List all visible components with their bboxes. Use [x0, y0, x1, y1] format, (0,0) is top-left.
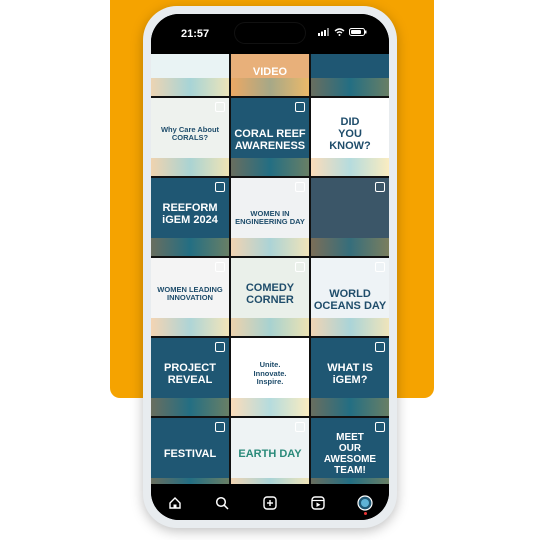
signal-icon: [318, 28, 329, 36]
tile-unite-innovate-inspire[interactable]: Unite. Innovate. Inspire.: [231, 338, 309, 416]
tile-did-you-know[interactable]: DID YOU KNOW?: [311, 98, 389, 176]
tile-decoration: [151, 318, 229, 336]
tile-comedy-corner[interactable]: COMEDY CORNER: [231, 258, 309, 336]
tile-why-care-corals[interactable]: Why Care About CORALS?: [151, 98, 229, 176]
tile-decoration: [311, 318, 389, 336]
tile-decoration: [151, 478, 229, 484]
status-time: 21:57: [181, 28, 210, 40]
tile-title: MEET OUR AWESOME TEAM!: [323, 432, 377, 476]
tile-title: VIDEO: [252, 66, 288, 78]
select-checkbox[interactable]: [215, 102, 225, 112]
tile-project-reveal[interactable]: PROJECT REVEAL: [151, 338, 229, 416]
tile-title: WHAT IS iGEM?: [327, 362, 373, 386]
create-icon[interactable]: [259, 492, 281, 514]
tile-earth-day[interactable]: EARTH DAY: [231, 418, 309, 484]
tile-title: WOMEN IN ENGINEERING DAY: [235, 208, 305, 227]
search-icon[interactable]: [211, 492, 233, 514]
phone-frame: 21:57 VIDEO Why Care About CORALS? CORAL R…: [143, 6, 397, 528]
tile-title: EARTH DAY: [238, 448, 302, 460]
select-checkbox[interactable]: [295, 182, 305, 192]
tile-decoration: [231, 158, 309, 176]
select-checkbox[interactable]: [375, 262, 385, 272]
wifi-icon: [334, 28, 345, 36]
tile-title: COMEDY CORNER: [245, 282, 295, 306]
tile-decoration: [231, 238, 309, 256]
tile-title: DID YOU KNOW?: [329, 116, 371, 152]
tile-women-in-engineering-day[interactable]: WOMEN IN ENGINEERING DAY: [231, 178, 309, 256]
profile-icon[interactable]: [354, 492, 376, 515]
tile-title: Why Care About CORALS?: [160, 124, 220, 142]
select-checkbox[interactable]: [295, 422, 305, 432]
tile-lab-photo[interactable]: [311, 178, 389, 256]
tile-coral-reef-awareness[interactable]: CORAL REEF AWARENESS: [231, 98, 309, 176]
tile-row0-b[interactable]: VIDEO: [231, 54, 309, 96]
select-checkbox[interactable]: [215, 342, 225, 352]
select-checkbox[interactable]: [375, 342, 385, 352]
select-checkbox[interactable]: [295, 102, 305, 112]
tile-decoration: [311, 478, 389, 484]
tile-decoration: [151, 238, 229, 256]
tile-festival[interactable]: FESTIVAL: [151, 418, 229, 484]
tile-decoration: [231, 318, 309, 336]
select-checkbox[interactable]: [215, 422, 225, 432]
tile-reeform-igem-2024[interactable]: REEFORM iGEM 2024: [151, 178, 229, 256]
tile-row0-a[interactable]: [151, 54, 229, 96]
tile-women-leading-innovation[interactable]: WOMEN LEADING INNOVATION: [151, 258, 229, 336]
tile-title: Unite. Innovate. Inspire.: [253, 360, 287, 387]
notification-dot: [364, 512, 368, 515]
tile-decoration: [311, 398, 389, 416]
tile-decoration: [311, 78, 389, 96]
posts-grid: VIDEO Why Care About CORALS? CORAL REEF AW…: [151, 54, 389, 484]
tile-what-is-igem[interactable]: WHAT IS iGEM?: [311, 338, 389, 416]
tile-row0-c[interactable]: [311, 54, 389, 96]
bottom-nav: [151, 486, 389, 520]
status-icons: [318, 28, 367, 36]
select-checkbox[interactable]: [375, 182, 385, 192]
tile-decoration: [151, 398, 229, 416]
phone-screen: 21:57 VIDEO Why Care About CORALS? CORAL R…: [151, 14, 389, 520]
tile-decoration: [311, 238, 389, 256]
tile-decoration: [231, 478, 309, 484]
tile-title: REEFORM iGEM 2024: [162, 202, 218, 226]
select-checkbox[interactable]: [375, 102, 385, 112]
tile-title: PROJECT REVEAL: [164, 362, 216, 386]
select-checkbox[interactable]: [215, 262, 225, 272]
tile-decoration: [311, 158, 389, 176]
tile-title: WORLD OCEANS DAY: [313, 288, 387, 312]
tile-decoration: [231, 78, 309, 96]
battery-icon: [349, 28, 367, 36]
tile-title: WOMEN LEADING INNOVATION: [157, 284, 223, 302]
tile-decoration: [151, 78, 229, 96]
reels-icon[interactable]: [307, 492, 329, 514]
select-checkbox[interactable]: [375, 422, 385, 432]
tile-title: CORAL REEF AWARENESS: [234, 128, 306, 152]
tile-title: FESTIVAL: [163, 448, 217, 460]
select-checkbox[interactable]: [295, 262, 305, 272]
home-icon[interactable]: [164, 492, 186, 514]
tile-decoration: [151, 158, 229, 176]
select-checkbox[interactable]: [295, 342, 305, 352]
tile-decoration: [231, 398, 309, 416]
tile-world-oceans-day[interactable]: WORLD OCEANS DAY: [311, 258, 389, 336]
tile-meet-our-awesome-team[interactable]: MEET OUR AWESOME TEAM!: [311, 418, 389, 484]
status-bar: 21:57: [151, 14, 389, 52]
dynamic-island: [235, 23, 305, 43]
select-checkbox[interactable]: [215, 182, 225, 192]
